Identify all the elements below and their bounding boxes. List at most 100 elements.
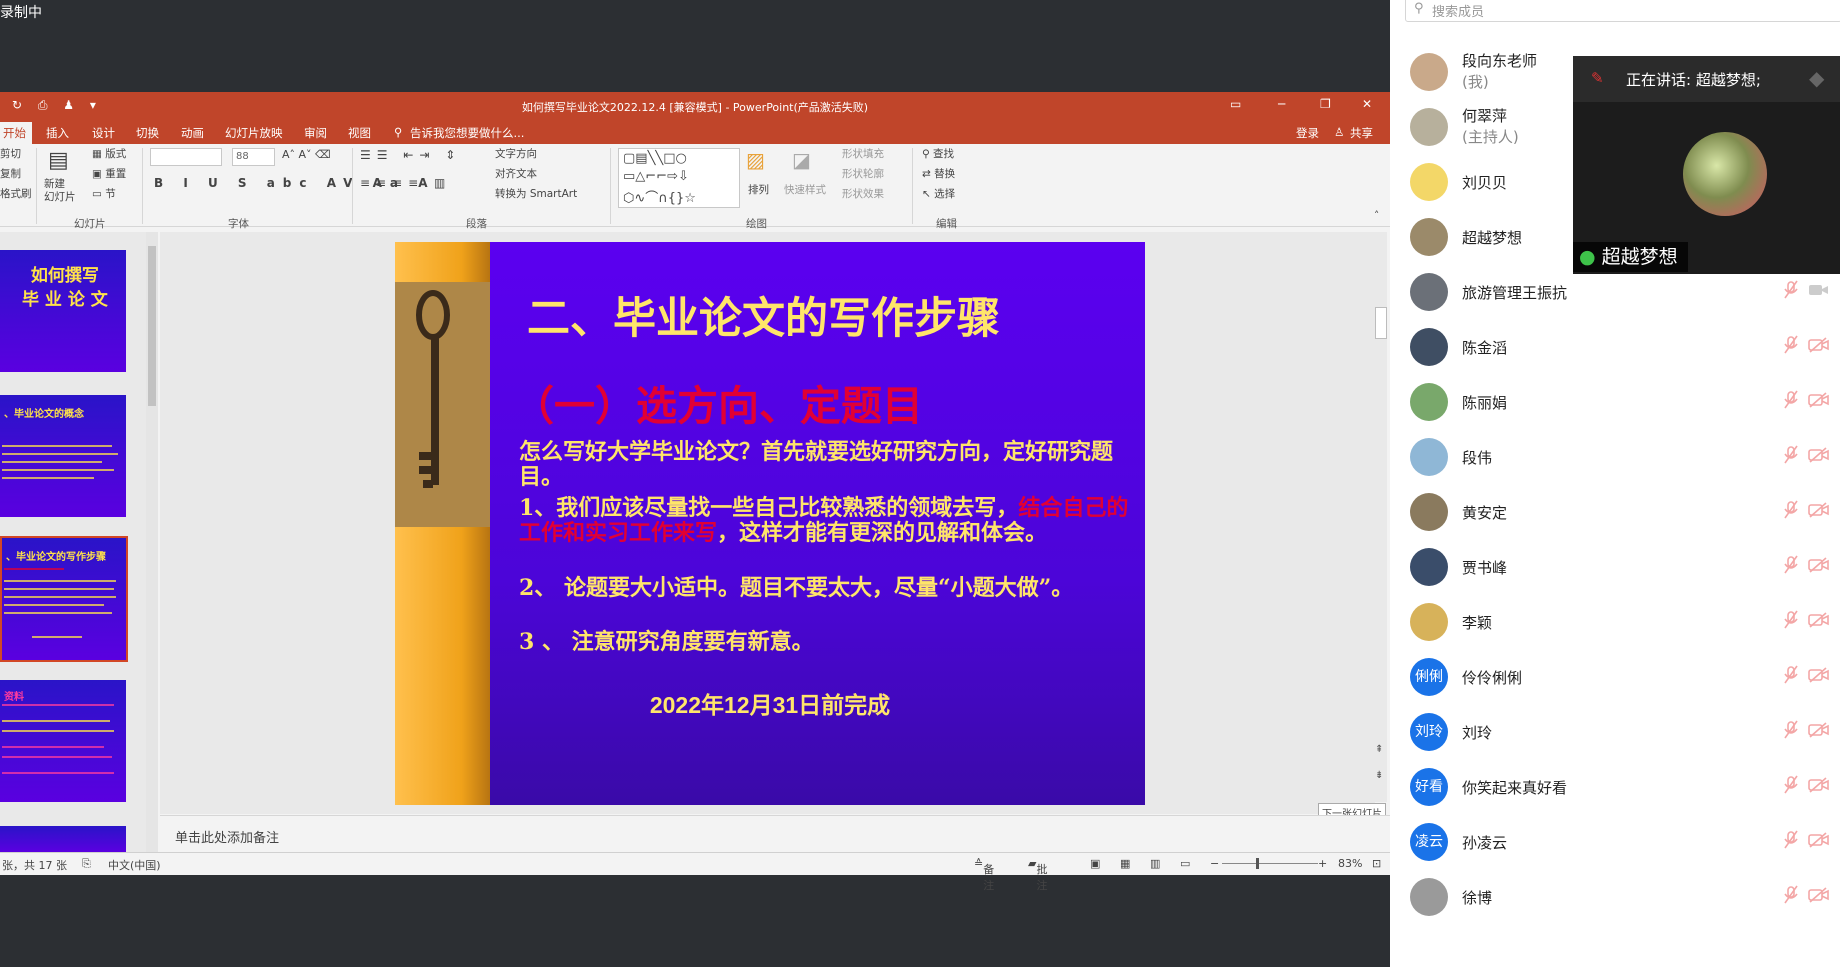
- font-size-field[interactable]: 88: [232, 148, 275, 166]
- tab-review[interactable]: 审阅: [304, 125, 327, 141]
- mic-muted-icon[interactable]: [1782, 390, 1800, 414]
- zoom-slider-thumb[interactable]: [1256, 858, 1259, 869]
- scroll-thumb[interactable]: [148, 246, 156, 406]
- tell-me-icon[interactable]: ⚲: [394, 125, 402, 139]
- tab-slideshow[interactable]: 幻灯片放映: [225, 125, 283, 141]
- tab-transitions[interactable]: 切换: [136, 125, 159, 141]
- align-text-button[interactable]: 对齐文本: [495, 166, 537, 181]
- ribbon-display-icon[interactable]: ▭: [1230, 97, 1241, 111]
- reading-view-icon[interactable]: ▥: [1150, 857, 1160, 870]
- find-button[interactable]: ⚲ 查找: [922, 146, 954, 161]
- camera-off-icon[interactable]: [1808, 667, 1830, 687]
- mic-muted-icon[interactable]: [1782, 885, 1800, 909]
- camera-off-icon[interactable]: [1808, 777, 1830, 797]
- mic-muted-icon[interactable]: [1782, 555, 1800, 579]
- language-indicator[interactable]: 中文(中国): [108, 857, 161, 873]
- next-slide-icon[interactable]: ⇟: [1375, 770, 1383, 781]
- cut-button[interactable]: 剪切: [0, 146, 21, 161]
- thumbnail-slide-5[interactable]: [0, 826, 126, 852]
- member-row[interactable]: 刘玲 刘玲: [1410, 705, 1840, 759]
- slideshow-icon[interactable]: ▭: [1180, 857, 1190, 870]
- thumbnail-slide-1[interactable]: 如何撰写 毕 业 论 文: [0, 250, 126, 372]
- tab-home[interactable]: 开始: [0, 122, 32, 146]
- normal-view-icon[interactable]: ▣: [1090, 857, 1100, 870]
- prev-slide-icon[interactable]: ⇞: [1375, 744, 1383, 755]
- member-row[interactable]: 徐博: [1410, 870, 1840, 924]
- quick-styles-icon[interactable]: ◪: [792, 148, 811, 172]
- camera-off-icon[interactable]: [1808, 282, 1830, 302]
- tab-insert[interactable]: 插入: [46, 125, 69, 141]
- text-direction-button[interactable]: 文字方向: [495, 146, 537, 161]
- pin-icon[interactable]: ◆: [1809, 66, 1824, 90]
- new-slide-button[interactable]: 新建 幻灯片: [44, 178, 76, 204]
- section-button[interactable]: ▭ 节: [92, 186, 116, 201]
- camera-off-icon[interactable]: [1808, 392, 1830, 412]
- tab-animations[interactable]: 动画: [181, 125, 204, 141]
- arrange-button[interactable]: 排列: [748, 182, 769, 197]
- quick-styles-button[interactable]: 快速样式: [784, 182, 826, 197]
- member-row[interactable]: 好看 你笑起来真好看: [1410, 760, 1840, 814]
- member-row[interactable]: 李颖: [1410, 595, 1840, 649]
- zoom-out-icon[interactable]: −: [1210, 857, 1219, 870]
- comments-toggle[interactable]: ▰ 批注: [1028, 857, 1047, 892]
- zoom-in-icon[interactable]: +: [1318, 857, 1327, 870]
- mic-muted-icon[interactable]: [1782, 830, 1800, 854]
- arrange-icon[interactable]: ▨: [746, 148, 765, 172]
- font-name-field[interactable]: [150, 148, 222, 166]
- mic-muted-icon[interactable]: [1782, 720, 1800, 744]
- mic-muted-icon[interactable]: [1782, 335, 1800, 359]
- spellcheck-icon[interactable]: ⎘: [82, 857, 91, 871]
- share-button[interactable]: 共享: [1350, 125, 1373, 141]
- camera-off-icon[interactable]: [1808, 502, 1830, 522]
- restore-icon[interactable]: ❐: [1320, 97, 1331, 111]
- mic-muted-icon[interactable]: [1782, 610, 1800, 634]
- zoom-slider[interactable]: [1222, 863, 1318, 864]
- member-row[interactable]: 陈金滔: [1410, 320, 1840, 374]
- reset-button[interactable]: ▣ 重置: [92, 166, 126, 181]
- shape-textbox-icon[interactable]: ▢▤╲╲□○: [623, 151, 687, 166]
- member-row[interactable]: 凌云 孙凌云: [1410, 815, 1840, 869]
- list-icons[interactable]: ☰☰ ⇤⇥ ⇕: [360, 148, 461, 162]
- mic-muted-icon[interactable]: [1782, 280, 1800, 304]
- camera-off-icon[interactable]: [1808, 612, 1830, 632]
- thumbnail-scrollbar[interactable]: [146, 232, 158, 852]
- member-search-input[interactable]: ⚲ 搜索成员: [1405, 0, 1840, 22]
- layout-button[interactable]: ▦ 版式: [92, 146, 126, 161]
- member-row[interactable]: 段伟: [1410, 430, 1840, 484]
- tell-me-box[interactable]: 告诉我您想要做什么...: [410, 125, 524, 141]
- thumbnail-slide-4[interactable]: 资料: [0, 680, 126, 802]
- zoom-level[interactable]: 83%: [1338, 857, 1362, 870]
- smartart-button[interactable]: 转换为 SmartArt: [495, 186, 577, 201]
- collapse-ribbon-icon[interactable]: ˄: [1374, 210, 1379, 222]
- mic-muted-icon[interactable]: [1782, 500, 1800, 524]
- active-speaker-video[interactable]: ✎ 正在讲话: 超越梦想; ◆ ● 超越梦想: [1573, 56, 1840, 274]
- select-button[interactable]: ↖ 选择: [922, 186, 955, 201]
- share-icon[interactable]: ♙: [1334, 125, 1344, 139]
- format-painter-button[interactable]: 格式刷: [0, 186, 32, 201]
- notes-toggle[interactable]: ≙ 备注: [974, 857, 994, 892]
- close-icon[interactable]: ✕: [1362, 97, 1372, 111]
- camera-off-icon[interactable]: [1808, 337, 1830, 357]
- slide-scrollbar[interactable]: ⇞ ⇟: [1373, 232, 1387, 802]
- replace-button[interactable]: ⇄ 替换: [922, 166, 955, 181]
- shape-effects-button[interactable]: 形状效果: [842, 186, 884, 201]
- camera-off-icon[interactable]: [1808, 722, 1830, 742]
- notes-pane[interactable]: 单击此处添加备注: [160, 815, 1390, 856]
- camera-off-icon[interactable]: [1808, 832, 1830, 852]
- camera-off-icon[interactable]: [1808, 557, 1830, 577]
- shape-lines-icon[interactable]: ▭△⌐⌐⇨⇩: [623, 169, 689, 184]
- camera-off-icon[interactable]: [1808, 887, 1830, 907]
- shape-outline-button[interactable]: 形状轮廓: [842, 166, 884, 181]
- shapes-gallery[interactable]: ▢▤╲╲□○ ▭△⌐⌐⇨⇩ ⬡∿⌒∩{}☆: [618, 148, 740, 208]
- copy-button[interactable]: 复制: [0, 166, 21, 181]
- camera-off-icon[interactable]: [1808, 447, 1830, 467]
- shape-fill-button[interactable]: 形状填充: [842, 146, 884, 161]
- fit-to-window-icon[interactable]: ⊡: [1372, 857, 1381, 870]
- thumbnail-slide-3-selected[interactable]: 、毕业论文的写作步骤: [0, 536, 128, 662]
- mic-muted-icon[interactable]: [1782, 665, 1800, 689]
- mic-muted-icon[interactable]: [1782, 445, 1800, 469]
- member-row[interactable]: 黄安定: [1410, 485, 1840, 539]
- font-grow-shrink-icons[interactable]: A˄ A˅ ⌫: [282, 148, 331, 161]
- slide-sorter-icon[interactable]: ▦: [1120, 857, 1130, 870]
- minimize-icon[interactable]: ─: [1278, 97, 1285, 111]
